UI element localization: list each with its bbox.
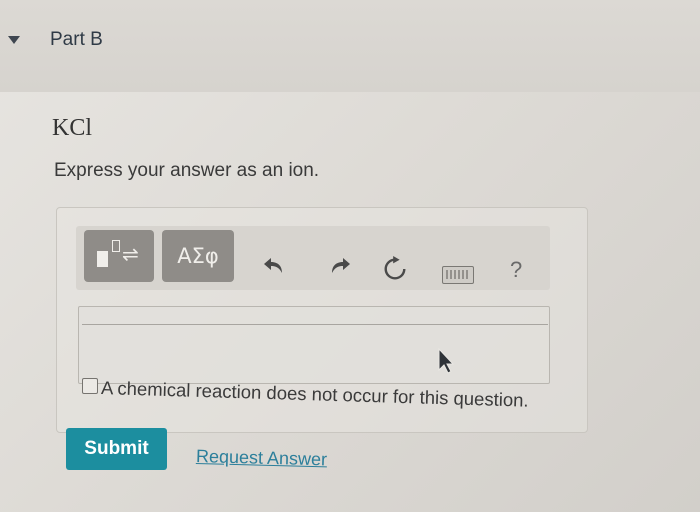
keyboard-icon[interactable] (442, 266, 474, 284)
redo-icon[interactable] (326, 253, 352, 279)
answer-input[interactable] (78, 306, 550, 384)
mouse-cursor-icon (438, 348, 454, 374)
caret-down-icon[interactable] (8, 36, 20, 44)
request-answer-link[interactable]: Request Answer (196, 446, 328, 470)
question-instruction: Express your answer as an ion. (54, 160, 320, 181)
reset-icon[interactable] (382, 256, 408, 282)
part-header[interactable]: Part B (0, 24, 400, 60)
symbols-button[interactable]: ΑΣφ (162, 230, 234, 282)
input-baseline (82, 324, 548, 325)
equilibrium-arrows-icon: ⇌ (122, 244, 139, 266)
no-reaction-checkbox[interactable] (82, 378, 98, 394)
templates-superscript-box (112, 240, 120, 252)
templates-button[interactable]: ⇌ (84, 230, 154, 282)
submit-button[interactable]: Submit (66, 428, 167, 470)
undo-icon[interactable] (262, 253, 288, 279)
compound-formula: KCl (52, 115, 93, 141)
help-button[interactable]: ? (510, 257, 522, 283)
templates-icon (97, 251, 108, 267)
keyboard-keys (446, 270, 470, 279)
part-title: Part B (50, 29, 103, 50)
